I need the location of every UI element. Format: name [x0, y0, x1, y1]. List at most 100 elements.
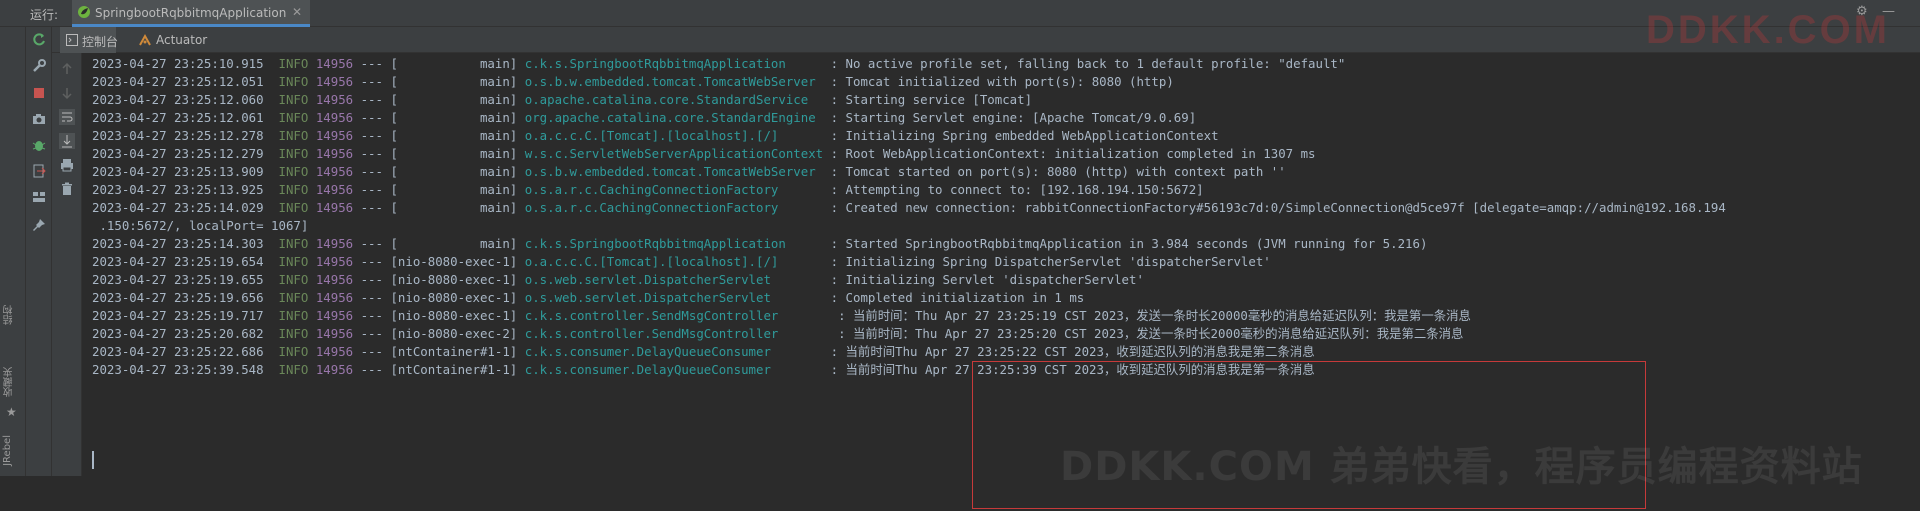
- debug-bug-icon[interactable]: [31, 137, 47, 153]
- structure-side-tab[interactable]: 结构: [2, 305, 17, 325]
- tab-console[interactable]: 控制台: [60, 27, 119, 53]
- log-level: INFO: [278, 236, 309, 251]
- log-level: INFO: [278, 308, 309, 323]
- log-separator: ---: [360, 74, 383, 89]
- scroll-to-end-icon[interactable]: [59, 133, 75, 149]
- log-thread: [nio-8080-exec-2]: [390, 326, 518, 341]
- log-timestamp: 2023-04-27 23:25:14.303: [92, 236, 264, 251]
- log-timestamp: 2023-04-27 23:25:39.548: [92, 362, 264, 377]
- console-actions-strip: [52, 53, 82, 476]
- log-timestamp: 2023-04-27 23:25:12.278: [92, 128, 264, 143]
- log-level: INFO: [278, 362, 309, 377]
- log-separator: ---: [360, 272, 383, 287]
- console-line: 2023-04-27 23:25:14.029 INFO 14956 --- […: [92, 197, 1726, 219]
- log-separator: ---: [360, 254, 383, 269]
- camera-icon[interactable]: [31, 111, 47, 127]
- log-thread: [ main]: [390, 128, 518, 143]
- log-pid: 14956: [315, 74, 354, 89]
- log-message: : Starting Servlet engine: [Apache Tomca…: [830, 110, 1197, 125]
- log-thread: [ main]: [390, 74, 518, 89]
- soft-wrap-icon[interactable]: [59, 109, 75, 125]
- jrebel-side-tab[interactable]: JRebel: [2, 435, 13, 466]
- watermark-top: DDKK.COM: [1646, 8, 1890, 52]
- log-pid: 14956: [315, 128, 354, 143]
- log-timestamp: 2023-04-27 23:25:12.060: [92, 92, 264, 107]
- log-message: : Initializing Spring embedded WebApplic…: [830, 128, 1219, 143]
- log-message: : Tomcat started on port(s): 8080 (http)…: [830, 164, 1286, 179]
- print-icon[interactable]: [59, 157, 75, 173]
- log-timestamp: 2023-04-27 23:25:22.686: [92, 344, 264, 359]
- wrench-icon[interactable]: [31, 58, 47, 74]
- log-logger: w.s.c.ServletWebServerApplicationContext: [524, 146, 824, 161]
- down-arrow-icon[interactable]: [59, 85, 75, 101]
- run-config-tab[interactable]: SpringbootRqbbitmqApplication ✕: [72, 0, 310, 27]
- log-pid: 14956: [315, 254, 354, 269]
- log-pid: 14956: [315, 200, 354, 215]
- console-icon: [66, 34, 78, 46]
- log-separator: ---: [360, 128, 383, 143]
- log-pid: 14956: [315, 290, 354, 305]
- log-pid: 14956: [315, 272, 354, 287]
- log-thread: [ main]: [390, 200, 518, 215]
- log-logger: c.k.s.consumer.DelayQueueConsumer: [524, 344, 824, 359]
- log-logger: o.apache.catalina.core.StandardService: [524, 92, 824, 107]
- console-output[interactable]: 2023-04-27 23:25:10.915 INFO 14956 --- […: [82, 53, 1920, 509]
- text-cursor: [92, 451, 94, 469]
- log-pid: 14956: [315, 110, 354, 125]
- log-separator: ---: [360, 164, 383, 179]
- log-message: : Started SpringbootRqbbitmqApplication …: [830, 236, 1428, 251]
- log-message: : Initializing Spring DispatcherServlet …: [830, 254, 1271, 269]
- rerun-icon[interactable]: [31, 32, 47, 48]
- log-level: INFO: [278, 128, 309, 143]
- log-level: INFO: [278, 182, 309, 197]
- log-logger: o.s.web.servlet.DispatcherServlet: [524, 290, 824, 305]
- log-message: : Created new connection: rabbitConnecti…: [830, 200, 1726, 215]
- trash-icon[interactable]: [59, 181, 75, 197]
- close-tab-icon[interactable]: ✕: [292, 5, 302, 19]
- log-pid: 14956: [315, 182, 354, 197]
- log-pid: 14956: [315, 92, 354, 107]
- log-message: : Attempting to connect to: [192.168.194…: [830, 182, 1204, 197]
- left-tool-strip: 结构 收藏夹 ★ JRebel: [0, 27, 26, 476]
- pin-icon[interactable]: [31, 217, 47, 233]
- log-separator: ---: [360, 110, 383, 125]
- tab-console-label: 控制台: [82, 35, 119, 49]
- log-separator: ---: [360, 344, 383, 359]
- stop-icon[interactable]: [31, 85, 47, 101]
- log-separator: ---: [360, 362, 383, 377]
- tab-actuator-label: Actuator: [156, 33, 208, 47]
- layout-icon[interactable]: [31, 189, 47, 205]
- log-logger: c.k.s.controller.SendMsgController: [524, 308, 831, 323]
- log-thread: [ main]: [390, 92, 518, 107]
- log-pid: 14956: [315, 236, 354, 251]
- favorites-side-tab[interactable]: 收藏夹: [2, 367, 17, 397]
- log-logger: o.s.a.r.c.CachingConnectionFactory: [524, 182, 824, 197]
- log-logger: o.a.c.c.C.[Tomcat].[localhost].[/]: [524, 128, 824, 143]
- log-logger: c.k.s.SpringbootRqbbitmqApplication: [524, 236, 824, 251]
- spring-leaf-icon: [78, 6, 90, 18]
- log-message: : 当前时间Thu Apr 27 23:25:22 CST 2023，收到延迟队…: [830, 344, 1315, 359]
- log-timestamp: 2023-04-27 23:25:19.654: [92, 254, 264, 269]
- log-message: .150:5672/, localPort= 1067]: [92, 218, 309, 233]
- log-level: INFO: [278, 290, 309, 305]
- up-arrow-icon[interactable]: [59, 61, 75, 77]
- log-thread: [nio-8080-exec-1]: [390, 290, 518, 305]
- log-logger: c.k.s.SpringbootRqbbitmqApplication: [524, 56, 824, 71]
- log-timestamp: 2023-04-27 23:25:10.915: [92, 56, 264, 71]
- log-level: INFO: [278, 164, 309, 179]
- log-logger: o.s.a.r.c.CachingConnectionFactory: [524, 200, 824, 215]
- log-logger: o.s.b.w.embedded.tomcat.TomcatWebServer: [524, 74, 824, 89]
- log-timestamp: 2023-04-27 23:25:19.717: [92, 308, 264, 323]
- log-level: INFO: [278, 344, 309, 359]
- tab-actuator[interactable]: Actuator: [136, 27, 216, 53]
- log-timestamp: 2023-04-27 23:25:20.682: [92, 326, 264, 341]
- log-timestamp: 2023-04-27 23:25:12.061: [92, 110, 264, 125]
- log-logger: org.apache.catalina.core.StandardEngine: [524, 110, 824, 125]
- log-timestamp: 2023-04-27 23:25:13.909: [92, 164, 264, 179]
- log-timestamp: 2023-04-27 23:25:14.029: [92, 200, 264, 215]
- run-actions-strip: [26, 27, 52, 476]
- run-tab-title: SpringbootRqbbitmqApplication: [95, 6, 287, 20]
- exit-icon[interactable]: [31, 163, 47, 179]
- log-level: INFO: [278, 326, 309, 341]
- log-timestamp: 2023-04-27 23:25:12.279: [92, 146, 264, 161]
